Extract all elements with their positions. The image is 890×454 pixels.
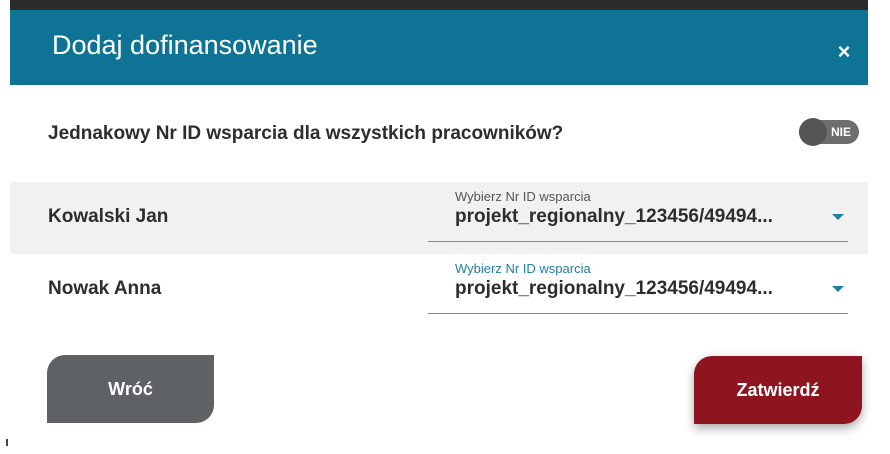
add-funding-dialog: Dodaj dofinansowanie × Jednakowy Nr ID w… (10, 10, 868, 454)
support-id-select-value: projekt_regionalny_123456/49494... (455, 278, 773, 299)
support-id-select-label: Wybierz Nr ID wsparcia (455, 189, 591, 204)
select-underline (428, 313, 848, 314)
support-id-select-label: Wybierz Nr ID wsparcia (455, 261, 591, 276)
chevron-down-icon (832, 214, 844, 220)
dialog-title: Dodaj dofinansowanie (52, 30, 318, 60)
same-id-question-row: Jednakowy Nr ID wsparcia dla wszystkich … (10, 86, 868, 182)
employee-row: Kowalski Jan Wybierz Nr ID wsparcia proj… (10, 182, 868, 254)
employee-row: Nowak Anna Wybierz Nr ID wsparcia projek… (10, 254, 868, 326)
same-id-toggle[interactable]: NIE (799, 118, 859, 146)
select-underline (428, 241, 848, 242)
toggle-knob (799, 118, 827, 146)
support-id-select[interactable]: Wybierz Nr ID wsparcia projekt_regionaln… (428, 254, 848, 322)
page-edge-mark (6, 439, 8, 446)
close-icon[interactable]: × (832, 40, 856, 64)
backdrop-strip (10, 0, 868, 10)
toggle-state-text: NIE (830, 125, 851, 139)
employee-name: Kowalski Jan (48, 206, 169, 227)
employee-name: Nowak Anna (48, 278, 162, 299)
same-id-question-label: Jednakowy Nr ID wsparcia dla wszystkich … (48, 123, 564, 144)
back-button[interactable]: Wróć (47, 355, 214, 423)
support-id-select[interactable]: Wybierz Nr ID wsparcia projekt_regionaln… (428, 182, 848, 250)
support-id-select-value: projekt_regionalny_123456/49494... (455, 206, 773, 227)
chevron-down-icon (832, 286, 844, 292)
dialog-header: Dodaj dofinansowanie × (10, 10, 868, 85)
confirm-button[interactable]: Zatwierdź (694, 356, 862, 424)
